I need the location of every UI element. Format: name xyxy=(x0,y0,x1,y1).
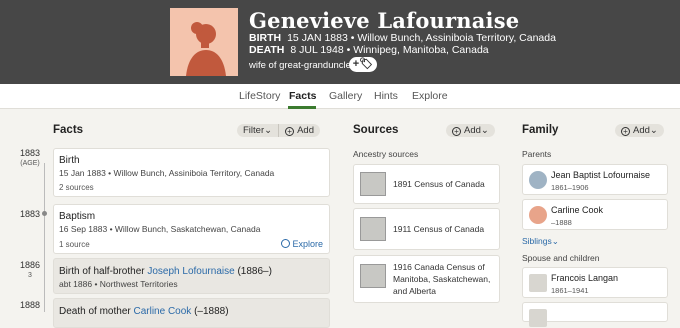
add-tag-button[interactable]: +🏷 xyxy=(349,57,377,72)
facts-title: Facts xyxy=(53,124,84,136)
fact-title: Baptism xyxy=(59,211,96,222)
fact-age-label: (AGE) xyxy=(20,160,40,167)
filter-button[interactable]: Filter⌄ xyxy=(237,124,278,137)
fact-title: Birth xyxy=(59,155,80,166)
timeline-dot xyxy=(42,211,47,216)
fact-title-suffix: (1886–) xyxy=(234,266,272,277)
female-avatar-icon xyxy=(529,206,547,224)
death-label: DEATH xyxy=(249,44,285,56)
tab-gallery[interactable]: Gallery xyxy=(329,90,362,102)
family-member-name: Jean Baptist Lofournaise xyxy=(551,170,651,180)
fact-year: 1883 xyxy=(20,148,41,158)
tab-hints[interactable]: Hints xyxy=(374,90,398,102)
fact-title: Birth of half-brother Joseph Lofournaise… xyxy=(59,266,272,277)
spouse-children-label: Spouse and children xyxy=(522,253,600,263)
plus-circle-icon: + xyxy=(621,127,630,136)
source-title: 1911 Census of Canada xyxy=(393,224,485,234)
tab-explore[interactable]: Explore xyxy=(412,90,448,102)
source-card[interactable]: 1891 Census of Canada xyxy=(353,164,500,204)
fact-year: 1883 xyxy=(20,209,41,219)
filter-label: Filter xyxy=(243,125,265,136)
chevron-down-icon: ⌄ xyxy=(480,125,489,136)
family-member-card[interactable]: Jean Baptist Lofournaise 1861–1906 xyxy=(522,164,668,195)
fact-card-baptism[interactable]: Baptism 16 Sep 1883 • Willow Bunch, Sask… xyxy=(53,204,330,254)
chevron-down-icon: ⌄ xyxy=(264,125,273,136)
family-member-card[interactable] xyxy=(522,302,668,327)
tab-facts[interactable]: Facts xyxy=(289,90,316,102)
document-avatar-icon xyxy=(529,274,547,292)
parents-label: Parents xyxy=(522,149,552,159)
timeline-line xyxy=(44,163,45,312)
birth-line: BIRTH 15 JAN 1883 • Willow Bunch, Assinib… xyxy=(249,32,556,44)
death-line: DEATH 8 JUL 1948 • Winnipeg, Manitoba, Ca… xyxy=(249,44,489,56)
document-thumbnail-icon xyxy=(360,172,386,196)
siblings-toggle[interactable]: Siblings⌄ xyxy=(522,236,559,247)
birth-value: 15 JAN 1883 • Willow Bunch, Assiniboia T… xyxy=(287,32,556,44)
fact-sources[interactable]: 2 sources xyxy=(59,183,94,192)
explore-link[interactable]: Explore xyxy=(281,239,323,249)
plus-circle-icon: + xyxy=(452,127,461,136)
family-member-dates: 1861–1941 xyxy=(551,286,589,295)
relationship-text: wife of great-granduncle xyxy=(249,60,351,71)
source-card[interactable]: 1916 Canada Census of Manitoba, Saskatch… xyxy=(353,255,500,303)
explore-label: Explore xyxy=(292,239,323,249)
add-label: Add xyxy=(297,125,314,136)
tab-bar: LifeStory Facts Gallery Hints Explore xyxy=(0,84,680,109)
source-title: 1891 Census of Canada xyxy=(393,179,485,189)
person-header: Genevieve Lafournaise BIRTH 15 JAN 1883 •… xyxy=(0,0,680,84)
add-fact-button[interactable]: + Add xyxy=(279,124,320,137)
add-label: Add xyxy=(464,125,481,136)
fact-card-half-brother-birth[interactable]: Birth of half-brother Joseph Lofournaise… xyxy=(53,258,330,294)
family-member-dates: 1861–1906 xyxy=(551,183,589,192)
document-thumbnail-icon xyxy=(360,217,386,241)
family-member-name: Carline Cook xyxy=(551,205,604,215)
person-name: Genevieve Lafournaise xyxy=(249,8,520,33)
fact-year: 1888 xyxy=(20,300,41,310)
family-member-name: Francois Langan xyxy=(551,273,619,283)
family-title: Family xyxy=(522,124,559,136)
fact-card-birth[interactable]: Birth 15 Jan 1883 • Willow Bunch, Assini… xyxy=(53,148,330,197)
fact-detail: 16 Sep 1883 • Willow Bunch, Saskatchewan… xyxy=(59,224,261,234)
fact-detail: abt 1886 • Northwest Territories xyxy=(59,279,178,289)
person-link[interactable]: Joseph Lofournaise xyxy=(147,266,234,277)
fact-age: 3 xyxy=(28,272,32,279)
plus-circle-icon: + xyxy=(285,127,295,136)
add-family-button[interactable]: + Add⌄ xyxy=(615,124,664,137)
add-source-button[interactable]: + Add⌄ xyxy=(446,124,495,137)
fact-detail: 15 Jan 1883 • Willow Bunch, Assiniboia T… xyxy=(59,168,275,178)
family-member-card[interactable]: Carline Cook –1888 xyxy=(522,199,668,230)
birth-label: BIRTH xyxy=(249,32,282,44)
add-label: Add xyxy=(633,125,650,136)
fact-card-mother-death[interactable]: Death of mother Carline Cook (–1888) xyxy=(53,298,330,328)
active-tab-indicator xyxy=(288,106,316,109)
source-card[interactable]: 1911 Census of Canada xyxy=(353,208,500,250)
profile-silhouette-icon[interactable] xyxy=(170,8,238,76)
fact-year: 1886 xyxy=(20,260,41,270)
chevron-down-icon: ⌄ xyxy=(551,236,559,246)
document-thumbnail-icon xyxy=(360,264,386,288)
death-value: 8 JUL 1948 • Winnipeg, Manitoba, Canada xyxy=(290,44,489,56)
fact-sources[interactable]: 1 source xyxy=(59,240,90,249)
source-title: 1916 Canada Census of Manitoba, Saskatch… xyxy=(393,262,491,296)
male-avatar-icon xyxy=(529,171,547,189)
tab-lifestory[interactable]: LifeStory xyxy=(239,90,280,102)
sources-title: Sources xyxy=(353,124,399,136)
siblings-label: Siblings xyxy=(522,236,552,246)
chevron-down-icon: ⌄ xyxy=(649,125,658,136)
family-member-dates: –1888 xyxy=(551,218,572,227)
fact-title-prefix: Birth of half-brother xyxy=(59,266,148,277)
facts-actions: Filter⌄ + Add xyxy=(237,124,320,137)
compass-icon xyxy=(281,239,291,248)
family-member-card[interactable]: Francois Langan 1861–1941 xyxy=(522,267,668,298)
ancestry-sources-label: Ancestry sources xyxy=(353,149,419,159)
